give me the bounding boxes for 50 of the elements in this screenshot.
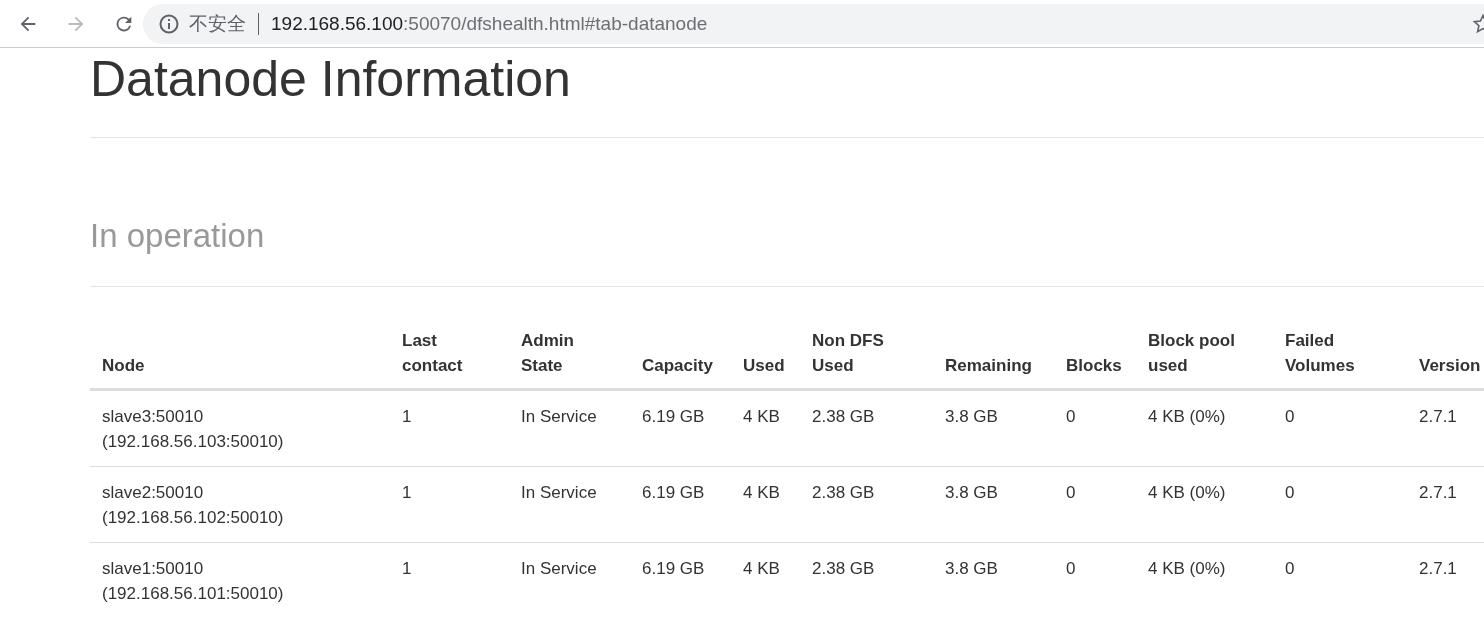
table-cell-text: 6.19 GB [642,482,706,504]
table-cell-text: 1 [402,482,413,504]
table-cell-text: 3.8 GB [945,406,999,428]
table-cell-text: 4 KB [743,406,781,428]
table-cell-text: 2.7.1 [1419,558,1458,580]
table-cell-text: 0 [1285,558,1296,580]
table-cell-text: In Service [521,558,598,580]
column-header: Failed Volumes [1285,330,1356,377]
column-header: Non DFS Used [812,330,885,377]
table-cell-text: 3.8 GB [945,482,999,504]
page-title: Datanode Information [90,50,572,109]
column-header: Admin State [521,330,575,377]
section-heading: In operation [90,216,266,254]
table-cell-text: In Service [521,406,598,428]
table-cell-text: slave3:50010 (192.168.56.103:50010) [102,406,285,453]
column-header: Used [743,355,785,377]
column-header: Node [102,355,145,377]
table-cell-text: 6.19 GB [642,558,706,580]
table-cell-text: 4 KB [743,558,781,580]
column-header: Block pool used [1148,330,1236,377]
table-cell-text: slave1:50010 (192.168.56.101:50010) [102,558,285,605]
column-header: Capacity [642,355,713,377]
table-cell-text: 2.38 GB [812,482,876,504]
table-cell-text: 0 [1066,482,1077,504]
url-text: 192.168.56.100:50070/dfshealth.html#tab-datanode [271,12,708,35]
info-icon[interactable] [159,13,179,34]
table-cell-text: In Service [521,482,598,504]
table-cell-text: 1 [402,406,413,428]
table-cell-text: 0 [1066,406,1077,428]
table-cell-text: 0 [1066,558,1077,580]
table-cell-text: 2.38 GB [812,406,876,428]
table-cell-text: 2.38 GB [812,558,876,580]
column-header: Version [1419,355,1481,377]
column-header: Last contact [402,330,464,377]
table-cell-text: 4 KB [743,482,781,504]
table-cell-text: slave2:50010 (192.168.56.102:50010) [102,482,285,529]
column-header: Remaining [945,355,1032,377]
table-cell-text: 2.7.1 [1419,482,1458,504]
security-label: 不安全 [189,11,246,36]
table-cell-text: 1 [402,558,413,580]
column-header: Blocks [1066,355,1122,377]
table-cell-text: 2.7.1 [1419,406,1458,428]
table-cell-text: 6.19 GB [642,406,706,428]
table-cell-text: 4 KB (0%) [1148,406,1227,428]
table-cell-text: 4 KB (0%) [1148,482,1227,504]
table-cell-text: 0 [1285,482,1296,504]
table-cell-text: 3.8 GB [945,558,999,580]
address-bar[interactable]: 不安全 192.168.56.100:50070/dfshealth.html#tab-datanode [143,3,1484,44]
table-cell-text: 0 [1285,406,1296,428]
table-cell-text: 4 KB (0%) [1148,558,1227,580]
